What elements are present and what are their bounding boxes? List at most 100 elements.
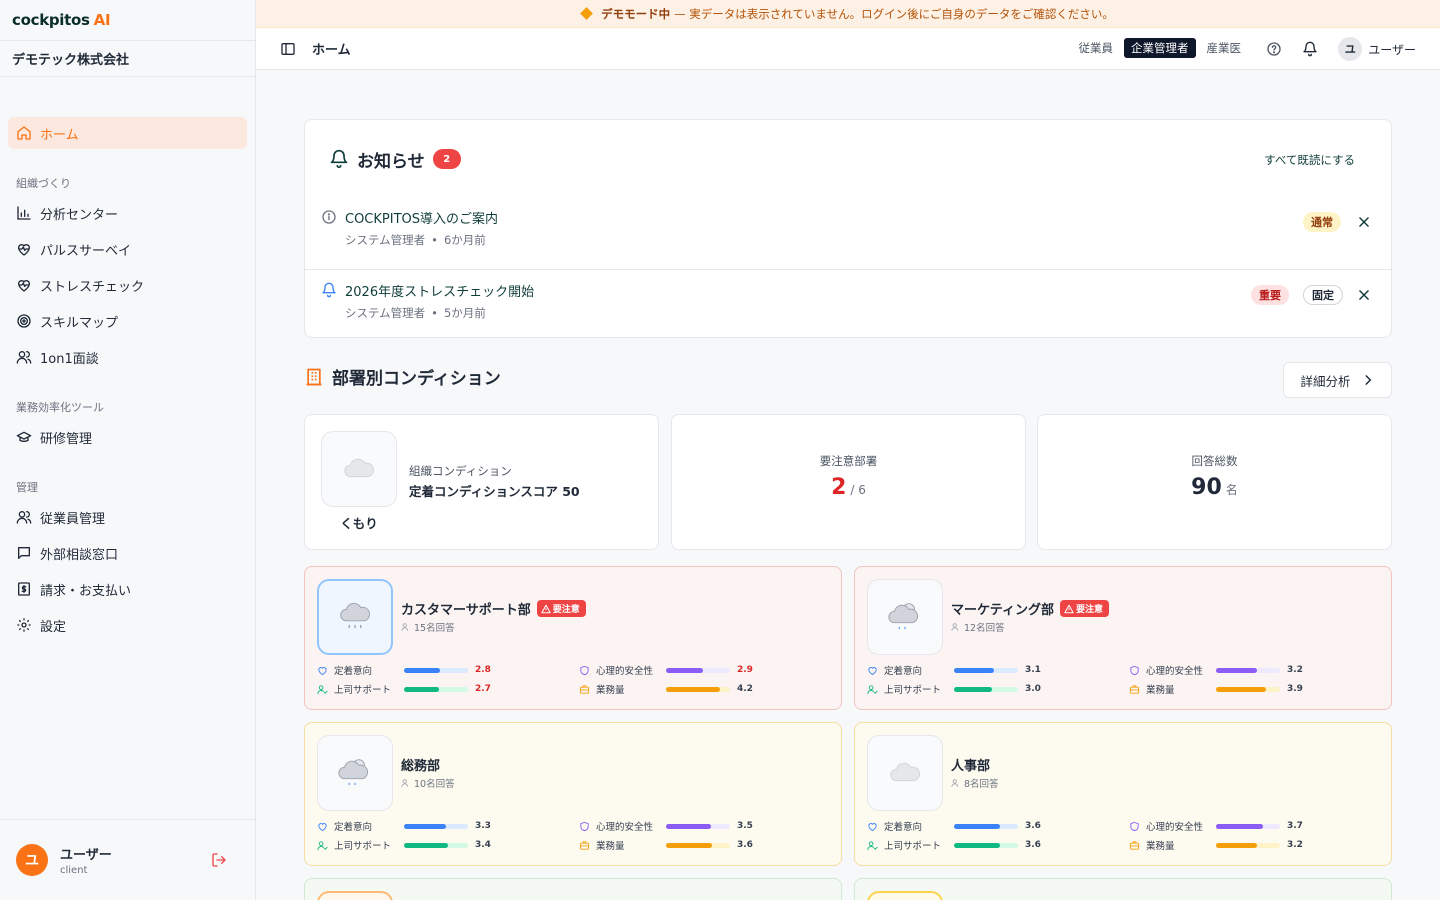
sidebar-item-home[interactable]: ホーム xyxy=(8,117,247,149)
metric-label: 業務量 xyxy=(596,841,625,852)
banner-text: — 実データは表示されていません。ログイン後にご自身のデータをご確認ください。 xyxy=(674,6,1114,21)
metric-label: 定着意向 xyxy=(884,822,923,833)
notice-item[interactable]: 2026年度ストレスチェック開始 システム管理者 • 5か月前 重要 固定 xyxy=(305,271,1391,343)
dept-card[interactable]: カスタマーサポート部 要注意 15名回答 定着意向 2.8 心理的安全性 2.9 上司サポート… xyxy=(304,566,842,710)
nav-section-admin: 管理 xyxy=(16,481,38,494)
metric-bar xyxy=(404,667,468,673)
role-tab-employee[interactable]: 従業員 xyxy=(1072,38,1121,58)
close-icon[interactable] xyxy=(1357,288,1371,302)
shield-icon xyxy=(1130,821,1139,831)
demo-banner: デモモード中 — 実データは表示されていません。ログイン後にご自身のデータをご確… xyxy=(256,0,1440,28)
help-icon[interactable] xyxy=(1266,41,1282,57)
header-user-menu[interactable]: ユ ユーザー xyxy=(1338,37,1416,61)
close-icon[interactable] xyxy=(1357,215,1371,229)
avatar: ユ xyxy=(1338,37,1363,61)
sidebar-item-pulse[interactable]: パルスサーベイ xyxy=(8,233,247,265)
sidebar-item-skill[interactable]: スキルマップ xyxy=(8,305,247,337)
info-icon xyxy=(322,210,336,224)
notice-item[interactable]: COCKPITOS導入のご案内 システム管理者 • 6か月前 通常 xyxy=(305,198,1391,270)
metric-label: 業務量 xyxy=(1146,685,1175,696)
alert-triangle-icon xyxy=(1064,604,1074,613)
brand-logo[interactable]: cockpitos AI xyxy=(0,0,255,41)
attention-label: 要注意部署 xyxy=(819,454,878,468)
metric-label: 心理的安全性 xyxy=(1146,822,1204,833)
dept-card-partial[interactable] xyxy=(304,878,842,900)
metric-bar-fill xyxy=(404,667,440,673)
home-icon xyxy=(17,126,31,140)
sidebar-toggle-icon[interactable] xyxy=(280,41,296,57)
metric-bar xyxy=(404,842,468,848)
weather-box xyxy=(317,735,393,811)
metric-bar xyxy=(954,686,1018,692)
dept-name-text: 人事部 xyxy=(951,759,991,774)
metric-row: 心理的安全性 3.7 xyxy=(1129,819,1303,833)
sidebar-item-label: 従業員管理 xyxy=(40,511,106,527)
metric-row: 上司サポート 3.4 xyxy=(317,838,491,852)
shield-icon xyxy=(580,665,589,675)
sidebar-item-1on1[interactable]: 1on1面談 xyxy=(8,341,247,373)
metric-row: 業務量 3.9 xyxy=(1129,682,1303,696)
dept-name-text: マーケティング部 xyxy=(951,603,1054,618)
mark-all-read-button[interactable]: すべて既読にする xyxy=(1264,152,1355,168)
attention-total: / 6 xyxy=(850,483,866,497)
dept-card[interactable]: 総務部 10名回答 定着意向 3.3 心理的安全性 3.5 上司サポート 3.4 業務量 3.6 xyxy=(304,722,842,866)
metric-value: 3.6 xyxy=(1025,840,1041,850)
metric-bar xyxy=(666,842,730,848)
role-tab-doctor[interactable]: 産業医 xyxy=(1200,38,1249,58)
heart-pulse-icon xyxy=(18,280,30,292)
warning-badge: 要注意 xyxy=(536,600,586,617)
metric-bar-fill xyxy=(404,842,448,848)
bell-icon xyxy=(330,149,348,169)
sidebar-item-label: ホーム xyxy=(40,127,79,143)
heart-icon xyxy=(318,666,327,675)
logout-icon[interactable] xyxy=(211,852,227,868)
dept-name: マーケティング部 要注意 xyxy=(951,599,1109,618)
metric-value: 3.9 xyxy=(1287,684,1303,694)
notice-time: 5か月前 xyxy=(443,306,486,320)
sidebar-item-employees[interactable]: 従業員管理 xyxy=(8,501,247,533)
notice-author: システム管理者 xyxy=(345,233,426,247)
metric-bar xyxy=(954,842,1018,848)
notice-item-title[interactable]: 2026年度ストレスチェック開始 xyxy=(345,281,534,300)
user-check-icon xyxy=(867,840,878,850)
metric-label: 定着意向 xyxy=(334,666,373,677)
sidebar-item-settings[interactable]: 設定 xyxy=(8,609,247,641)
dept-card[interactable]: 人事部 8名回答 定着意向 3.6 心理的安全性 3.7 上司サポート 3.6 業務量 3.2 xyxy=(854,722,1392,866)
sidebar-item-training[interactable]: 研修管理 xyxy=(8,421,247,453)
sidebar-item-billing[interactable]: 請求・お支払い xyxy=(8,573,247,605)
metric-value: 3.6 xyxy=(737,840,753,850)
warning-badge-label: 要注意 xyxy=(1075,605,1103,615)
sidebar-item-stress[interactable]: ストレスチェック xyxy=(8,269,247,301)
role-tab-admin[interactable]: 企業管理者 xyxy=(1124,38,1196,58)
detail-analysis-button[interactable]: 詳細分析 xyxy=(1283,362,1392,398)
metric-value: 3.4 xyxy=(475,840,491,850)
users-icon xyxy=(401,779,409,787)
sidebar-item-analysis[interactable]: 分析センター xyxy=(8,197,247,229)
dept-card-partial[interactable] xyxy=(854,878,1392,900)
sidebar-item-consult[interactable]: 外部相談窓口 xyxy=(8,537,247,569)
metric-row: 定着意向 3.1 xyxy=(867,663,1041,677)
sidebar-item-label: 設定 xyxy=(40,619,67,635)
bell-icon[interactable] xyxy=(1302,41,1318,57)
dept-responses-text: 8名回答 xyxy=(964,779,999,790)
footer-user-name: ユーザー xyxy=(60,848,112,863)
tag-pinned: 固定 xyxy=(1303,285,1343,305)
tag-important: 重要 xyxy=(1251,285,1289,305)
attention-value: 2 xyxy=(831,475,847,500)
metric-label: 心理的安全性 xyxy=(596,666,654,677)
users-icon xyxy=(951,623,959,631)
metric-row: 心理的安全性 3.5 xyxy=(579,819,753,833)
metric-bar-fill xyxy=(666,823,711,829)
dept-name: カスタマーサポート部 要注意 xyxy=(401,599,586,618)
metric-row: 心理的安全性 3.2 xyxy=(1129,663,1303,677)
weather-box xyxy=(321,431,397,507)
metric-row: 業務量 4.2 xyxy=(579,682,753,696)
dept-responses: 10名回答 xyxy=(401,776,455,790)
notice-item-title[interactable]: COCKPITOS導入のご案内 xyxy=(345,208,498,227)
metric-bar-fill xyxy=(666,667,704,673)
gear-icon xyxy=(17,618,31,632)
responses-label: 回答総数 xyxy=(1191,454,1238,468)
dept-card[interactable]: マーケティング部 要注意 12名回答 定着意向 3.1 心理的安全性 3.2 上司サポート 3.… xyxy=(854,566,1392,710)
avatar[interactable]: ユ xyxy=(16,844,48,876)
metric-bar-fill xyxy=(1216,667,1257,673)
